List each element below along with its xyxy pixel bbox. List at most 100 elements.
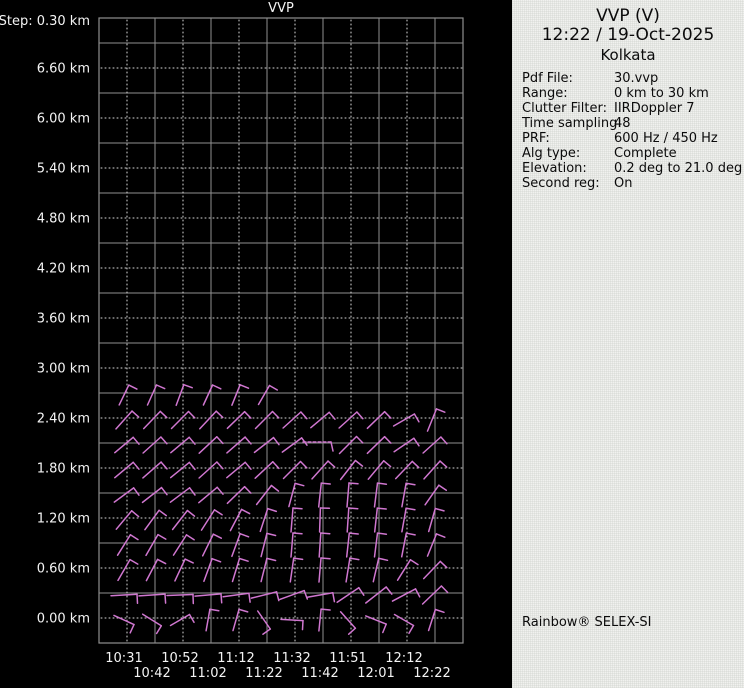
wind-barb-shaft <box>318 532 322 558</box>
x-axis-tick-label: 11:32 <box>273 651 310 666</box>
wind-barb-shaft <box>345 557 351 583</box>
wind-barb-shaft <box>205 608 211 632</box>
field-clutter-filter: Clutter Filter: IIRDoppler 7 <box>512 101 744 116</box>
field-prf: PRF: 600 Hz / 450 Hz <box>512 131 744 146</box>
y-axis-tick-label: 1.20 km <box>37 512 90 527</box>
wind-barb-shaft <box>373 482 379 508</box>
wind-barb-tick <box>292 532 303 535</box>
wind-barb-tick <box>158 509 168 517</box>
wind-barb-tick <box>187 410 196 419</box>
field-second-reg: Second reg: On <box>512 176 744 191</box>
wind-barb-shaft <box>318 608 322 632</box>
wind-barb-tick <box>271 410 280 419</box>
y-axis-tick-label: 0.60 km <box>37 562 90 577</box>
wind-barb-shaft <box>253 436 275 454</box>
wind-barb-shaft <box>281 437 303 453</box>
wind-barb-tick <box>216 436 224 445</box>
wind-barb-tick <box>292 557 304 561</box>
wind-barb-shaft <box>427 507 437 533</box>
wind-barb-tick <box>439 460 448 468</box>
wind-barb-tick <box>248 592 251 603</box>
wind-barb-shaft <box>115 410 133 430</box>
wind-barb-tick <box>268 384 279 391</box>
wind-barb-shaft <box>169 613 191 627</box>
wind-barb-tick <box>348 507 359 510</box>
field-label: PRF: <box>522 131 550 146</box>
wind-barb-tick <box>348 482 359 485</box>
plot-border <box>98 17 464 644</box>
field-value: 0 km to 30 km <box>614 86 709 101</box>
wind-barb-shaft <box>401 482 407 508</box>
wind-barb-tick <box>347 627 357 635</box>
field-time-sampling: Time sampling: 48 <box>512 116 744 131</box>
vvp-application-window: VVP Step: 0.30 km 6.60 km 6.00 km 5.40 km 4.8… <box>0 0 744 688</box>
wind-barb-shaft <box>144 509 160 531</box>
y-axis-tick-label: 6.00 km <box>37 112 90 127</box>
wind-barb-shaft <box>226 485 246 505</box>
wind-barb-tick <box>238 557 249 562</box>
wind-barb-shaft <box>198 486 218 504</box>
wind-barb-tick <box>272 461 280 470</box>
wind-barb-shaft <box>118 384 130 406</box>
wind-barb-tick <box>435 408 446 413</box>
wind-barb-tick <box>270 484 280 492</box>
wind-barb-shaft <box>231 384 241 406</box>
wind-barb-tick <box>131 410 140 418</box>
wind-barb-tick <box>411 460 420 469</box>
wind-barb-tick <box>435 533 446 538</box>
wind-barb-shaft <box>318 557 322 583</box>
x-axis-tick-label: 11:51 <box>329 651 366 666</box>
wind-barb-tick <box>211 557 222 563</box>
wind-barb-shaft <box>141 613 163 627</box>
wind-barb-shaft <box>145 558 159 582</box>
wind-barb-shaft <box>366 410 386 430</box>
wind-barb-tick <box>408 624 415 635</box>
wind-barb-shaft <box>393 613 415 627</box>
x-axis-tick-label: 12:01 <box>357 666 394 681</box>
chart-title: VVP <box>268 1 294 16</box>
wind-barb-shaft <box>289 557 295 583</box>
wind-barb-shaft <box>170 410 190 430</box>
wind-barb-tick <box>240 508 251 515</box>
wind-barb-tick <box>238 608 249 613</box>
wind-barb-shaft <box>257 384 271 406</box>
wind-barb-tick <box>129 558 139 565</box>
wind-barb-tick <box>220 593 223 604</box>
wind-barb-shaft <box>114 436 134 454</box>
wind-barb-tick <box>160 486 168 496</box>
product-info-panel: VVP (V) 12:22 / 19-Oct-2025 Kolkata Pdf … <box>512 0 744 688</box>
y-axis-tick-label: 5.40 km <box>37 162 90 177</box>
wind-barb-tick <box>358 586 365 596</box>
wind-barb-field <box>110 383 449 635</box>
wind-barb-shaft <box>113 614 135 626</box>
wind-barb-shaft <box>260 532 268 558</box>
wind-barb-shaft <box>254 461 274 479</box>
wind-barb-shaft <box>255 484 273 506</box>
wind-barb-shaft <box>226 436 246 454</box>
wind-barb-tick <box>299 460 308 469</box>
wind-barb-tick <box>376 507 387 510</box>
wind-barb-tick <box>320 532 331 535</box>
wind-barb-shaft <box>421 585 443 605</box>
wind-barb-shaft <box>145 533 159 557</box>
wind-barb-tick <box>239 532 250 538</box>
wind-barb-shaft <box>338 435 358 455</box>
wind-barb-tick <box>132 487 140 496</box>
y-axis-tick-label: 3.00 km <box>37 362 90 377</box>
wind-barb-shaft <box>311 460 329 480</box>
wind-barb-tick <box>243 485 252 494</box>
y-axis-tick-label: 4.20 km <box>37 262 90 277</box>
y-axis-tick-label: 6.60 km <box>37 62 90 77</box>
wind-barb-tick <box>438 484 448 492</box>
field-value: 30.vvp <box>614 71 659 86</box>
x-axis-tick-label: 11:22 <box>245 666 282 681</box>
wind-barb-shaft <box>260 557 268 583</box>
wind-barb-shaft <box>169 487 191 503</box>
wind-barb-shaft <box>231 557 241 583</box>
wind-barb-tick <box>213 509 223 516</box>
y-axis-tick-label: 1.80 km <box>37 462 90 477</box>
wind-barb-shaft <box>169 461 191 479</box>
wind-barb-shaft <box>310 411 330 429</box>
product-datetime: 12:22 / 19-Oct-2025 <box>541 25 715 45</box>
wind-barb-shaft <box>138 593 166 597</box>
